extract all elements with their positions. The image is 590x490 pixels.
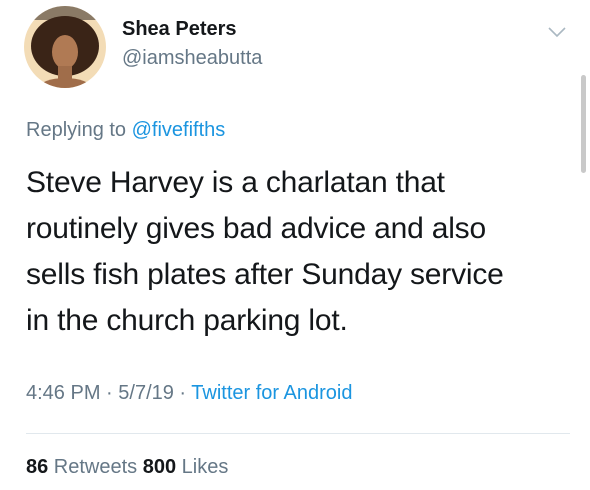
meta-separator: ·	[100, 382, 119, 404]
likes-stat[interactable]: 800 Likes	[143, 456, 229, 478]
profile-photo	[24, 6, 106, 88]
tweet-stats: 86 Retweets 800 Likes	[26, 456, 228, 479]
tweet-text: Steve Harvey is a charlatan that routine…	[26, 166, 504, 337]
meta-separator: ·	[173, 382, 192, 404]
divider	[26, 433, 570, 434]
scrollbar[interactable]	[581, 75, 586, 173]
retweets-stat[interactable]: 86 Retweets	[26, 456, 143, 478]
author-handle[interactable]: @iamsheabutta	[122, 47, 262, 70]
tweet-metadata: 4:46 PM · 5/7/19 · Twitter for Android	[26, 382, 352, 405]
author-display-name[interactable]: Shea Peters	[122, 18, 237, 41]
tweet-time[interactable]: 4:46 PM	[26, 382, 100, 404]
reply-prefix: Replying to	[26, 119, 132, 141]
tweet-source-link[interactable]: Twitter for Android	[191, 382, 352, 404]
retweets-label: Retweets	[48, 456, 143, 478]
likes-label: Likes	[176, 456, 229, 478]
likes-count: 800	[142, 456, 177, 478]
retweets-count: 86	[26, 456, 49, 478]
avatar[interactable]	[24, 6, 106, 88]
reply-context: Replying to @fivefifths	[26, 119, 225, 142]
tweet-date[interactable]: 5/7/19	[118, 382, 174, 404]
chevron-down-icon[interactable]	[546, 24, 568, 40]
reply-mention-link[interactable]: @fivefifths	[132, 119, 226, 141]
